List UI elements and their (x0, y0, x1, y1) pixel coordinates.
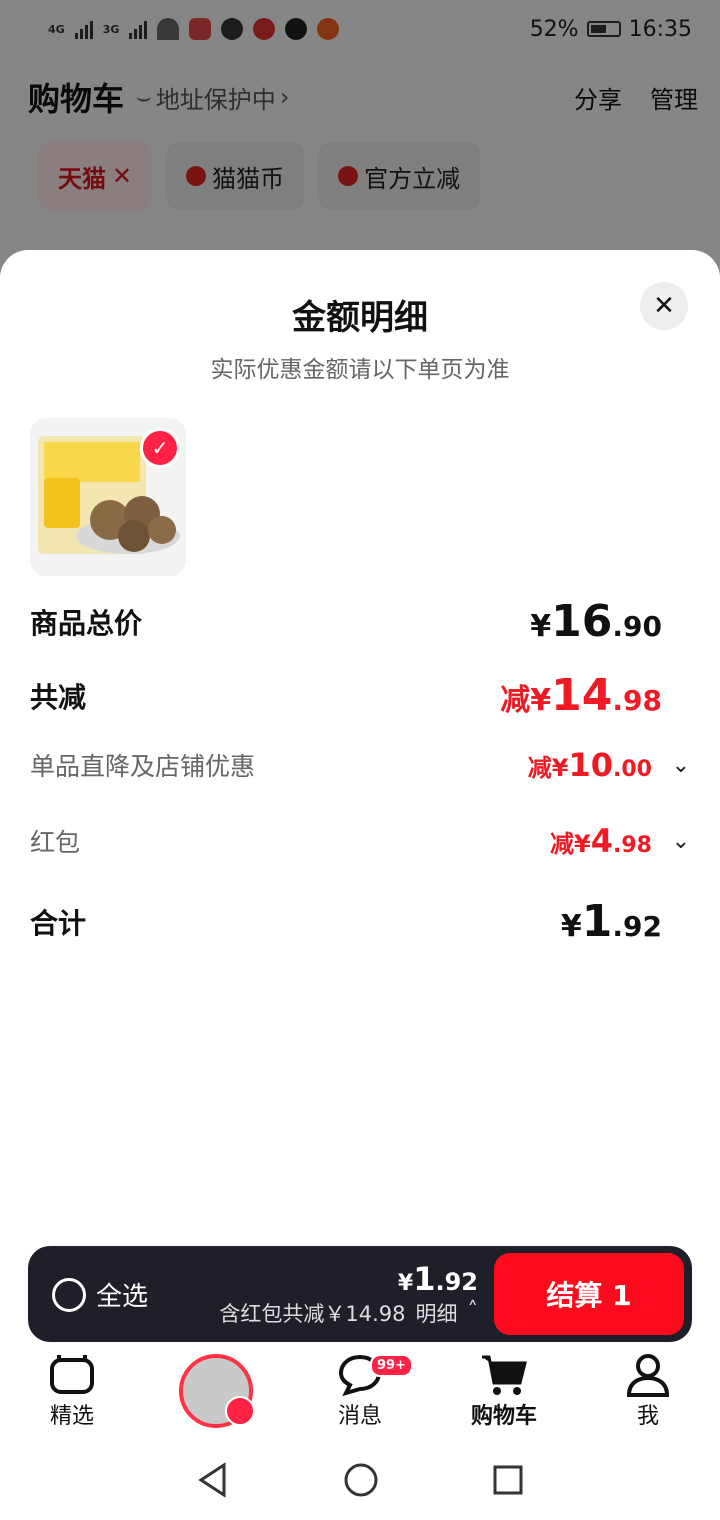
checkout-bar: 全选 ¥ 1 .92 含红包共减￥14.98 明细 ˄ 结算 1 (28, 1246, 692, 1342)
currency-symbol: ¥ (530, 609, 552, 644)
row-amount: ¥ 16 .90 (530, 596, 662, 647)
tab-cart[interactable]: 购物车 (432, 1342, 576, 1440)
checkout-total: ¥ 1 .92 (398, 1260, 478, 1298)
row-amount: 减 ¥ 14 .98 (500, 670, 662, 721)
selected-check-icon: ✓ (140, 428, 180, 468)
currency-symbol: ¥ (530, 683, 552, 718)
row-amount: 减 ¥ 10 .00 (528, 746, 652, 784)
product-thumbnail[interactable]: ✓ (30, 418, 186, 576)
amount-integer: 14 (551, 670, 613, 721)
unread-badge: 99+ (370, 1354, 413, 1377)
live-icon (225, 1396, 255, 1426)
select-all-label: 全选 (96, 1282, 149, 1312)
tab-label: 购物车 (470, 1404, 537, 1429)
amount-integer: 16 (551, 596, 613, 647)
amount-integer: 1 (413, 1260, 436, 1298)
row-label: 单品直降及店铺优惠 (30, 752, 256, 781)
select-all-toggle[interactable]: 全选 (52, 1276, 148, 1313)
recents-icon[interactable] (492, 1464, 524, 1496)
amount-decimal: .92 (435, 1268, 478, 1296)
close-button[interactable]: ✕ (640, 282, 688, 330)
amount-integer: 1 (581, 896, 613, 947)
row-label: 商品总价 (30, 606, 143, 640)
discount-prefix: 减 (550, 830, 575, 858)
chevron-up-icon: ˄ (467, 1298, 479, 1322)
currency-symbol: ¥ (560, 909, 582, 944)
tab-label: 我 (636, 1404, 659, 1429)
amount-decimal: .90 (612, 610, 662, 643)
tab-messages[interactable]: 99+ 消息 (288, 1342, 432, 1440)
tv-icon (50, 1355, 94, 1394)
row-red-packet[interactable]: 红包 减 ¥ 4 .98 ⌄ (30, 822, 690, 860)
row-amount: ¥ 1 .92 (561, 896, 662, 947)
amount-integer: 10 (568, 746, 614, 784)
currency-symbol: ¥ (574, 830, 591, 858)
saving-summary[interactable]: 含红包共减￥14.98 明细 ˄ (219, 1298, 478, 1328)
tab-featured[interactable]: 精选 (0, 1342, 144, 1440)
back-icon[interactable] (196, 1462, 230, 1498)
avatar (179, 1354, 255, 1428)
row-label: 共减 (30, 680, 87, 714)
system-nav-bar (0, 1440, 720, 1520)
tab-live[interactable] (144, 1342, 288, 1440)
home-icon[interactable] (343, 1462, 379, 1498)
cart-icon (482, 1355, 527, 1395)
tab-label: 消息 (337, 1404, 382, 1429)
currency-symbol: ¥ (397, 1271, 414, 1296)
chevron-down-icon[interactable]: ⌄ (662, 829, 690, 854)
row-subtotal: 商品总价 ¥ 16 .90 (30, 596, 690, 647)
tab-label: 精选 (49, 1404, 94, 1429)
row-store-discount[interactable]: 单品直降及店铺优惠 减 ¥ 10 .00 ⌄ (30, 746, 690, 784)
discount-prefix: 减 (500, 683, 531, 718)
bottom-tab-bar: 精选 99+ 消息 购物车 我 (0, 1342, 720, 1440)
saving-text: 含红包共减￥14.98 (219, 1302, 406, 1326)
amount-decimal: .00 (613, 757, 652, 782)
chevron-down-icon[interactable]: ⌄ (662, 753, 690, 778)
row-label: 合计 (30, 906, 87, 940)
sheet-subtitle: 实际优惠金额请以下单页为准 (210, 357, 510, 383)
row-total-discount: 共减 减 ¥ 14 .98 (30, 670, 690, 721)
amount-decimal: .98 (613, 833, 652, 858)
close-icon: ✕ (653, 291, 675, 321)
sheet-title: 金额明细 (292, 298, 428, 338)
profile-icon (626, 1354, 670, 1397)
amount-decimal: .92 (612, 910, 662, 943)
amount-decimal: .98 (612, 684, 662, 717)
row-grand-total: 合计 ¥ 1 .92 (30, 896, 690, 947)
amount-integer: 4 (590, 822, 614, 860)
currency-symbol: ¥ (551, 754, 569, 782)
row-amount: 减 ¥ 4 .98 (550, 822, 652, 860)
detail-link[interactable]: 明细 (416, 1298, 458, 1328)
checkout-button[interactable]: 结算 1 (494, 1253, 684, 1335)
radio-icon (52, 1277, 86, 1312)
row-label: 红包 (30, 828, 81, 857)
tab-me[interactable]: 我 (576, 1342, 720, 1440)
discount-prefix: 减 (527, 754, 552, 782)
